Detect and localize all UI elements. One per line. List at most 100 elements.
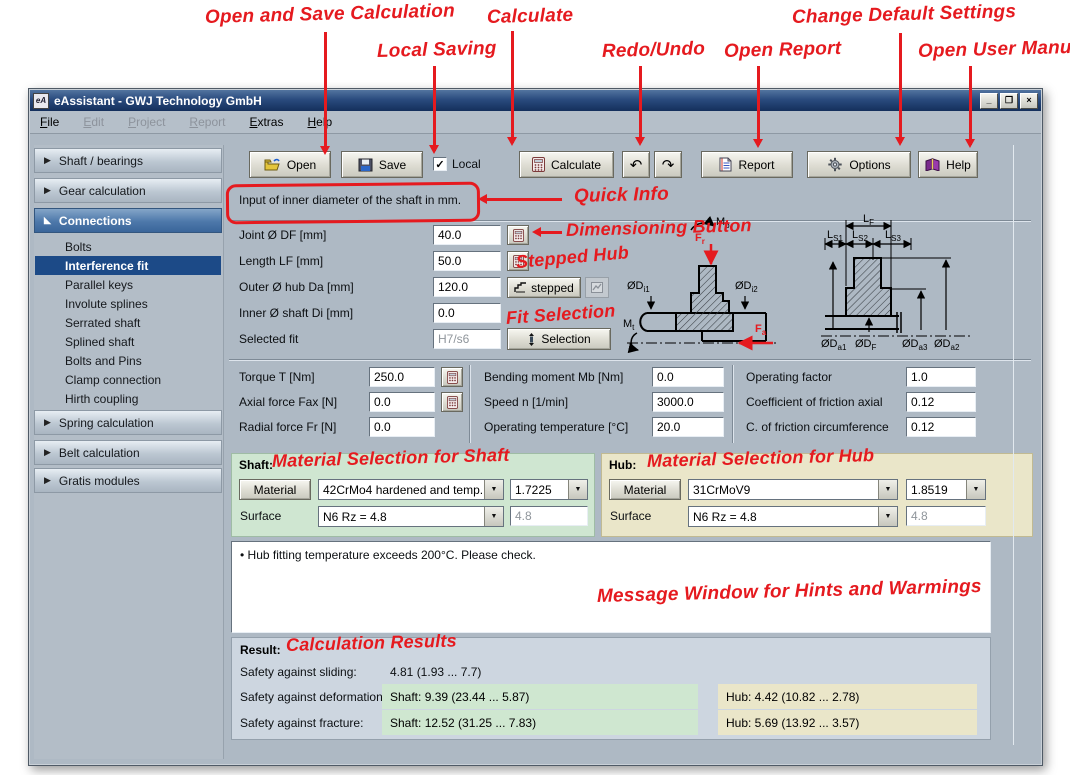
list-item-label: Bolts and Pins — [65, 354, 142, 368]
selected-fit-field[interactable] — [433, 329, 501, 349]
shaft-panel-title: Shaft: — [239, 458, 273, 472]
report-button[interactable]: Report — [701, 151, 793, 178]
chevron-down-icon[interactable]: ▼ — [878, 507, 897, 526]
calculate-button[interactable]: Calculate — [519, 151, 614, 178]
annotation-open-save: Open and Save Calculation — [205, 0, 455, 29]
sliding-safety-value: 4.81 (1.93 ... 7.7) — [390, 665, 481, 679]
separator — [229, 359, 1031, 361]
sidebar-item-gratis-modules[interactable]: ▶ Gratis modules — [34, 468, 222, 493]
undo-button[interactable]: ↶ — [622, 151, 650, 178]
shaft-material-button-label: Material — [254, 483, 297, 497]
annotation-quick-info-box — [226, 182, 480, 225]
save-button[interactable]: Save — [341, 151, 423, 178]
sidebar-item-bolts[interactable]: Bolts — [35, 237, 221, 256]
sidebar-item-serrated-shaft[interactable]: Serrated shaft — [35, 313, 221, 332]
axial-force-dimensioning-button[interactable] — [441, 392, 463, 412]
sidebar-item-connections[interactable]: ◣ Connections — [34, 208, 222, 233]
menu-report[interactable]: Report — [189, 115, 225, 129]
length-lf-field[interactable] — [433, 251, 501, 271]
outer-da-label: Outer Ø hub Da [mm] — [239, 280, 354, 294]
list-item-label: Involute splines — [65, 297, 148, 311]
sidebar-item-bolts-and-pins[interactable]: Bolts and Pins — [35, 351, 221, 370]
hub-material-combo[interactable]: 31CrMoV9 ▼ — [688, 479, 898, 500]
hub-material-button[interactable]: Material — [609, 479, 681, 500]
title-bar[interactable]: eA eAssistant - GWJ Technology GmbH _ ❐ … — [30, 90, 1041, 111]
speed-field[interactable] — [652, 392, 724, 412]
minimize-button[interactable]: _ — [980, 93, 998, 109]
close-button[interactable]: × — [1020, 93, 1038, 109]
open-folder-icon — [264, 158, 281, 172]
chart-icon — [591, 282, 603, 293]
undo-icon: ↶ — [630, 156, 643, 174]
friction-circumference-field[interactable] — [906, 417, 976, 437]
fit-selection-button[interactable]: Selection — [507, 328, 611, 350]
chevron-down-icon[interactable]: ▼ — [878, 480, 897, 499]
sidebar-item-spring-calculation[interactable]: ▶ Spring calculation — [34, 410, 222, 435]
shaft-roughness-field[interactable] — [510, 506, 588, 526]
save-floppy-icon — [358, 158, 373, 172]
axial-force-field[interactable] — [369, 392, 435, 412]
separator — [732, 365, 734, 443]
menu-edit[interactable]: Edit — [83, 115, 104, 129]
chevron-down-icon[interactable]: ▼ — [484, 480, 503, 499]
joint-df-field[interactable] — [433, 225, 501, 245]
sidebar-item-label: Gear calculation — [59, 184, 146, 198]
speed-label: Speed n [1/min] — [484, 395, 568, 409]
hub-surface-combo[interactable]: N6 Rz = 4.8 ▼ — [688, 506, 898, 527]
joint-df-dimensioning-button[interactable] — [507, 225, 529, 245]
sidebar-item-hirth-coupling[interactable]: Hirth coupling — [35, 389, 221, 408]
sidebar-item-gear-calculation[interactable]: ▶ Gear calculation — [34, 178, 222, 203]
redo-button[interactable]: ↷ — [654, 151, 682, 178]
help-button[interactable]: Help — [918, 151, 978, 178]
chevron-down-icon[interactable]: ▼ — [966, 480, 985, 499]
shaft-material-number-combo[interactable]: 1.7225 ▼ — [510, 479, 588, 500]
sidebar-item-involute-splines[interactable]: Involute splines — [35, 294, 221, 313]
shaft-surface-combo[interactable]: N6 Rz = 4.8 ▼ — [318, 506, 504, 527]
hub-roughness-field[interactable] — [906, 506, 986, 526]
annotation-arrow-calculate — [511, 31, 514, 143]
menu-extras[interactable]: Extras — [249, 115, 283, 129]
maximize-button[interactable]: ❐ — [1000, 93, 1018, 109]
stepped-button-label: stepped — [531, 281, 574, 295]
torque-field[interactable] — [369, 367, 435, 387]
chevron-right-icon: ▶ — [44, 155, 51, 166]
stepped-chart-button[interactable] — [585, 277, 609, 298]
fracture-hub-cell: Hub: 5.69 (13.92 ... 3.57) — [718, 710, 977, 735]
sidebar-item-interference-fit[interactable]: Interference fit — [35, 256, 221, 275]
shaft-material-combo[interactable]: 42CrMo4 hardened and temp... ▼ — [318, 479, 504, 500]
outer-da-field[interactable] — [433, 277, 501, 297]
operating-temperature-field[interactable] — [652, 417, 724, 437]
diameter-df-label: ØDF — [855, 338, 876, 352]
hub-dimension-diagram: LF LS1 LS2 LS3 ØDa1 ØDF ØDa3 ØDa2 — [821, 216, 1036, 361]
sidebar-item-splined-shaft[interactable]: Splined shaft — [35, 332, 221, 351]
annotation-arrow-quick-info — [482, 198, 562, 201]
local-checkbox[interactable]: ✓ — [433, 157, 447, 171]
open-button[interactable]: Open — [249, 151, 331, 178]
torque-dimensioning-button[interactable] — [441, 367, 463, 387]
sidebar-item-shaft-bearings[interactable]: ▶ Shaft / bearings — [34, 148, 222, 173]
friction-axial-field[interactable] — [906, 392, 976, 412]
annotation-local-saving: Local Saving — [377, 38, 497, 63]
list-item-label: Parallel keys — [65, 278, 133, 292]
stepped-hub-button[interactable]: stepped — [507, 277, 581, 298]
options-button[interactable]: Options — [807, 151, 911, 178]
shaft-material-button[interactable]: Material — [239, 479, 311, 500]
open-button-label: Open — [287, 158, 316, 172]
menu-help[interactable]: Help — [307, 115, 332, 129]
deformation-shaft-value: Shaft: 9.39 (23.44 ... 5.87) — [390, 690, 529, 704]
inner-di-field[interactable] — [433, 303, 501, 323]
fit-selection-icon — [527, 333, 536, 346]
menu-file[interactable]: File — [40, 115, 59, 129]
radial-force-field[interactable] — [369, 417, 435, 437]
operating-factor-field[interactable] — [906, 367, 976, 387]
length-lf-dim-label: LF — [863, 213, 874, 227]
bending-moment-field[interactable] — [652, 367, 724, 387]
sidebar-item-belt-calculation[interactable]: ▶ Belt calculation — [34, 440, 222, 465]
chevron-down-icon[interactable]: ▼ — [568, 480, 587, 499]
chevron-down-icon[interactable]: ▼ — [484, 507, 503, 526]
hub-material-number-combo[interactable]: 1.8519 ▼ — [906, 479, 986, 500]
sidebar-item-clamp-connection[interactable]: Clamp connection — [35, 370, 221, 389]
diameter-da2-label: ØDa2 — [934, 338, 959, 352]
menu-project[interactable]: Project — [128, 115, 165, 129]
sidebar-item-parallel-keys[interactable]: Parallel keys — [35, 275, 221, 294]
